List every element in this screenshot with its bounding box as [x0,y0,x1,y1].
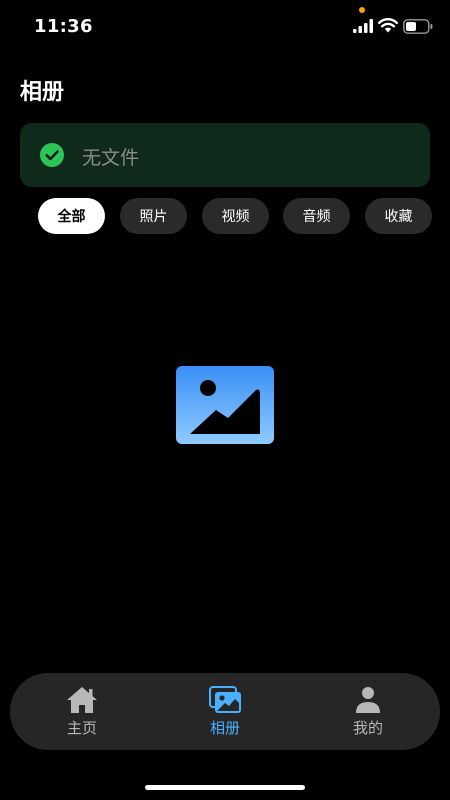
tab-profile[interactable]: 我的 [308,673,428,750]
check-circle-icon [40,143,64,167]
tab-profile-label: 我的 [352,719,383,737]
bottom-tab-bar: 主页 相册 我的 [10,673,440,750]
status-time: 11:36 [34,16,93,37]
tab-photos[interactable]: 相册 [165,673,285,750]
filter-chip-all[interactable]: 全部 [38,198,105,234]
home-icon [67,687,97,713]
filter-chip-favorites[interactable]: 收藏 [365,198,432,234]
no-files-banner: 无文件 [20,123,430,187]
photos-icon [209,686,241,713]
filter-chip-videos[interactable]: 视频 [202,198,269,234]
tab-photos-label: 相册 [209,719,240,737]
page-title: 相册 [20,80,65,105]
filter-chip-photos[interactable]: 照片 [120,198,187,234]
battery-icon [403,19,433,34]
tab-home[interactable]: 主页 [22,673,142,750]
status-bar: 11:36 [0,0,450,54]
cellular-signal-icon [353,19,373,33]
image-placeholder-icon [176,366,274,444]
banner-message: 无文件 [82,147,140,169]
user-icon [356,687,380,713]
home-indicator [145,785,305,790]
orange-dot-indicator [359,7,365,13]
filter-chips: 全部 照片 视频 音频 收藏 [38,198,432,234]
wifi-icon [378,18,398,33]
filter-chip-audio[interactable]: 音频 [283,198,350,234]
tab-home-label: 主页 [66,719,97,737]
